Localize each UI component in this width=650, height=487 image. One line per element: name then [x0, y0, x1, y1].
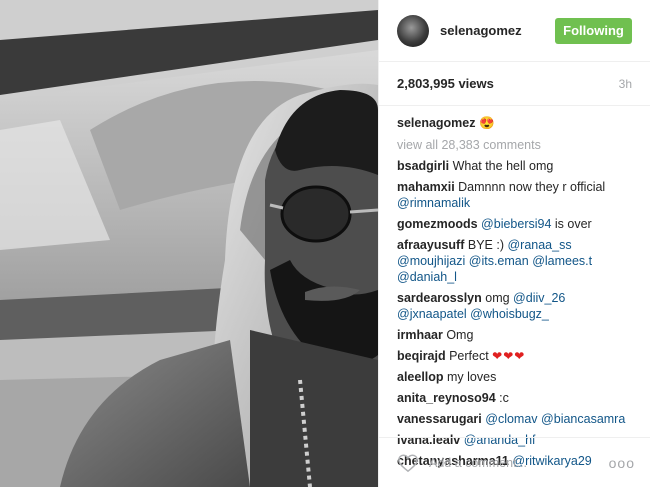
- mention-link[interactable]: @biebersi94: [481, 217, 551, 231]
- mention-link[interactable]: @rimnamalik: [397, 196, 470, 210]
- comment-username[interactable]: sardearosslyn: [397, 291, 482, 305]
- comment-text: omg: [481, 291, 514, 305]
- comment-item: bsadgirli What the hell omg: [397, 158, 632, 174]
- heart-emoji: ❤❤❤: [492, 349, 526, 363]
- comment-username[interactable]: vanessarugari: [397, 412, 482, 426]
- comment-bar: Add a comment... ooo: [379, 437, 650, 487]
- comment-username[interactable]: aleellop: [397, 370, 444, 384]
- mention-link[interactable]: @ranaa_ss: [507, 238, 571, 252]
- post-stats: 2,803,995 views 3h: [379, 62, 650, 106]
- heart-outline-icon[interactable]: [397, 453, 419, 473]
- mention-link[interactable]: @diiv_26: [513, 291, 565, 305]
- mention-link[interactable]: @its.eman: [469, 254, 529, 268]
- comment-item: beqirajd Perfect ❤❤❤: [397, 348, 632, 364]
- comment-username[interactable]: afraayusuff: [397, 238, 464, 252]
- comment-item: mahamxii Damnnn now they r official @rim…: [397, 179, 632, 211]
- mention-link[interactable]: @moujhijazi: [397, 254, 465, 268]
- comment-list: bsadgirli What the hell omg mahamxii Damn…: [397, 158, 632, 469]
- comment-username[interactable]: beqirajd: [397, 349, 446, 363]
- comment-item: vanessarugari @clomav @biancasamra: [397, 411, 632, 427]
- caption-username[interactable]: selenagomez: [397, 116, 476, 130]
- mention-link[interactable]: @whoisbugz_: [470, 307, 549, 321]
- comment-username[interactable]: anita_reynoso94: [397, 391, 496, 405]
- post-details-panel: selenagomez Following 2,803,995 views 3h…: [378, 0, 650, 487]
- instagram-post-view: selenagomez Following 2,803,995 views 3h…: [0, 0, 650, 487]
- comment-item: irmhaar Omg: [397, 327, 632, 343]
- comment-text: is over: [551, 217, 592, 231]
- view-count: 2,803,995 views: [397, 76, 494, 91]
- mention-link[interactable]: @clomav: [485, 412, 537, 426]
- comment-item: sardearosslyn omg @diiv_26 @jxnaapatel @…: [397, 290, 632, 322]
- comment-text: my loves: [443, 370, 497, 384]
- comment-text: BYE :): [464, 238, 508, 252]
- comment-text: :c: [495, 391, 509, 405]
- comment-text: Omg: [442, 328, 474, 342]
- following-button[interactable]: Following: [555, 17, 632, 44]
- add-comment-input[interactable]: Add a comment...: [429, 456, 609, 470]
- post-age[interactable]: 3h: [619, 77, 632, 91]
- photo-illustration: [0, 0, 378, 487]
- comments-section: selenagomez 😍 view all 28,383 comments b…: [379, 106, 650, 469]
- avatar[interactable]: [397, 14, 429, 47]
- mention-link[interactable]: @lamees.t: [532, 254, 592, 268]
- comment-username[interactable]: irmhaar: [397, 328, 443, 342]
- comment-item: anita_reynoso94 :c: [397, 390, 632, 406]
- post-header: selenagomez Following: [379, 0, 650, 62]
- post-photo[interactable]: [0, 0, 378, 487]
- caption-emoji: 😍: [479, 116, 495, 130]
- comment-username[interactable]: gomezmoods: [397, 217, 478, 231]
- comment-text: Perfect: [445, 349, 493, 363]
- mention-link[interactable]: @jxnaapatel: [397, 307, 467, 321]
- comment-item: afraayusuff BYE :) @ranaa_ss @moujhijazi…: [397, 237, 632, 285]
- comment-item: gomezmoods @biebersi94 is over: [397, 216, 632, 232]
- mention-link[interactable]: @biancasamra: [541, 412, 625, 426]
- more-options-icon[interactable]: ooo: [609, 455, 635, 471]
- view-all-comments-link[interactable]: view all 28,383 comments: [397, 136, 632, 154]
- mention-link[interactable]: @daniah_l: [397, 270, 457, 284]
- comment-item: aleellop my loves: [397, 369, 632, 385]
- caption: selenagomez 😍: [397, 114, 632, 132]
- comment-username[interactable]: bsadgirli: [397, 159, 449, 173]
- header-username[interactable]: selenagomez: [440, 23, 555, 38]
- comment-text: What the hell omg: [449, 159, 554, 173]
- comment-text: Damnnn now they r official: [454, 180, 606, 194]
- comment-username[interactable]: mahamxii: [397, 180, 455, 194]
